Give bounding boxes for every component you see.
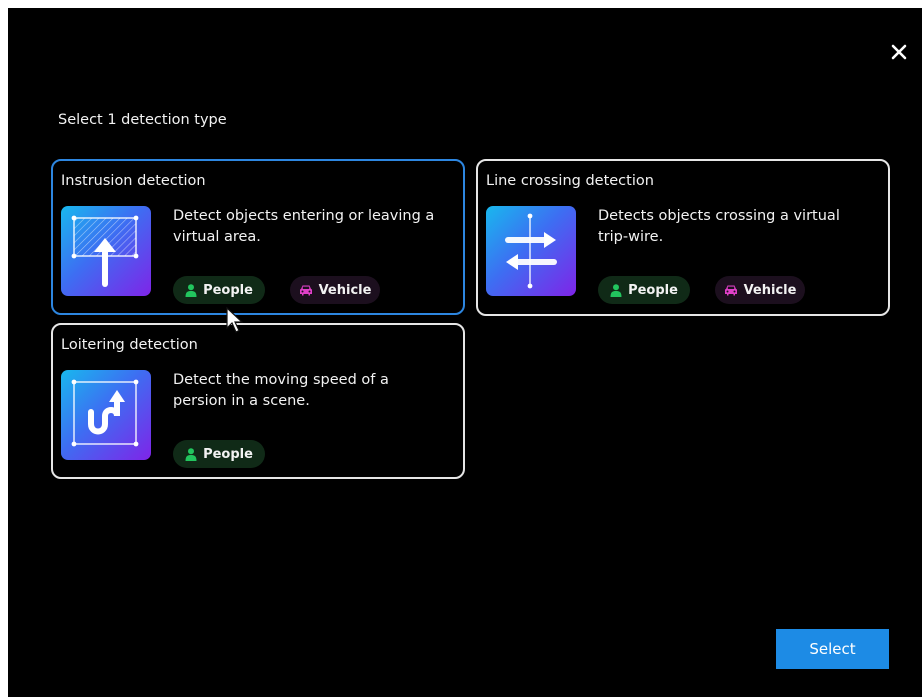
close-icon[interactable] xyxy=(888,41,910,63)
tag-label: People xyxy=(203,446,253,462)
loitering-icon xyxy=(61,370,151,460)
person-icon xyxy=(185,447,197,461)
card-description: Detect the moving speed of a persion in … xyxy=(173,372,389,409)
tag-vehicle: Vehicle xyxy=(290,276,380,304)
mouse-cursor-icon xyxy=(226,306,244,333)
card-description: Detects objects crossing a virtual trip-… xyxy=(598,208,840,245)
tag-people: People xyxy=(173,276,265,304)
tag-people: People xyxy=(173,440,265,468)
select-button[interactable]: Select xyxy=(776,629,889,669)
car-icon xyxy=(724,285,737,296)
tag-people: People xyxy=(598,276,690,304)
card-line-crossing-detection[interactable]: Line crossing detection Detects objects … xyxy=(476,159,890,316)
card-title: Loitering detection xyxy=(61,337,198,353)
tag-label: Vehicle xyxy=(318,282,372,298)
tag-label: People xyxy=(628,282,678,298)
tag-label: Vehicle xyxy=(743,282,797,298)
line-crossing-icon xyxy=(486,206,576,296)
card-loitering-detection[interactable]: Loitering detection Detect the moving sp… xyxy=(51,323,465,479)
detection-type-dialog: Select 1 detection type Instrusion detec… xyxy=(8,8,922,697)
car-icon xyxy=(299,285,312,296)
card-title: Line crossing detection xyxy=(486,173,654,189)
person-icon xyxy=(185,283,197,297)
tag-vehicle: Vehicle xyxy=(715,276,805,304)
intrusion-area-icon xyxy=(61,206,151,296)
person-icon xyxy=(610,283,622,297)
dialog-heading: Select 1 detection type xyxy=(58,112,227,128)
tag-label: People xyxy=(203,282,253,298)
card-title: Instrusion detection xyxy=(61,173,206,189)
card-description: Detect objects entering or leaving a vir… xyxy=(173,208,435,245)
card-intrusion-detection[interactable]: Instrusion detection Detect objects ente… xyxy=(51,159,465,315)
